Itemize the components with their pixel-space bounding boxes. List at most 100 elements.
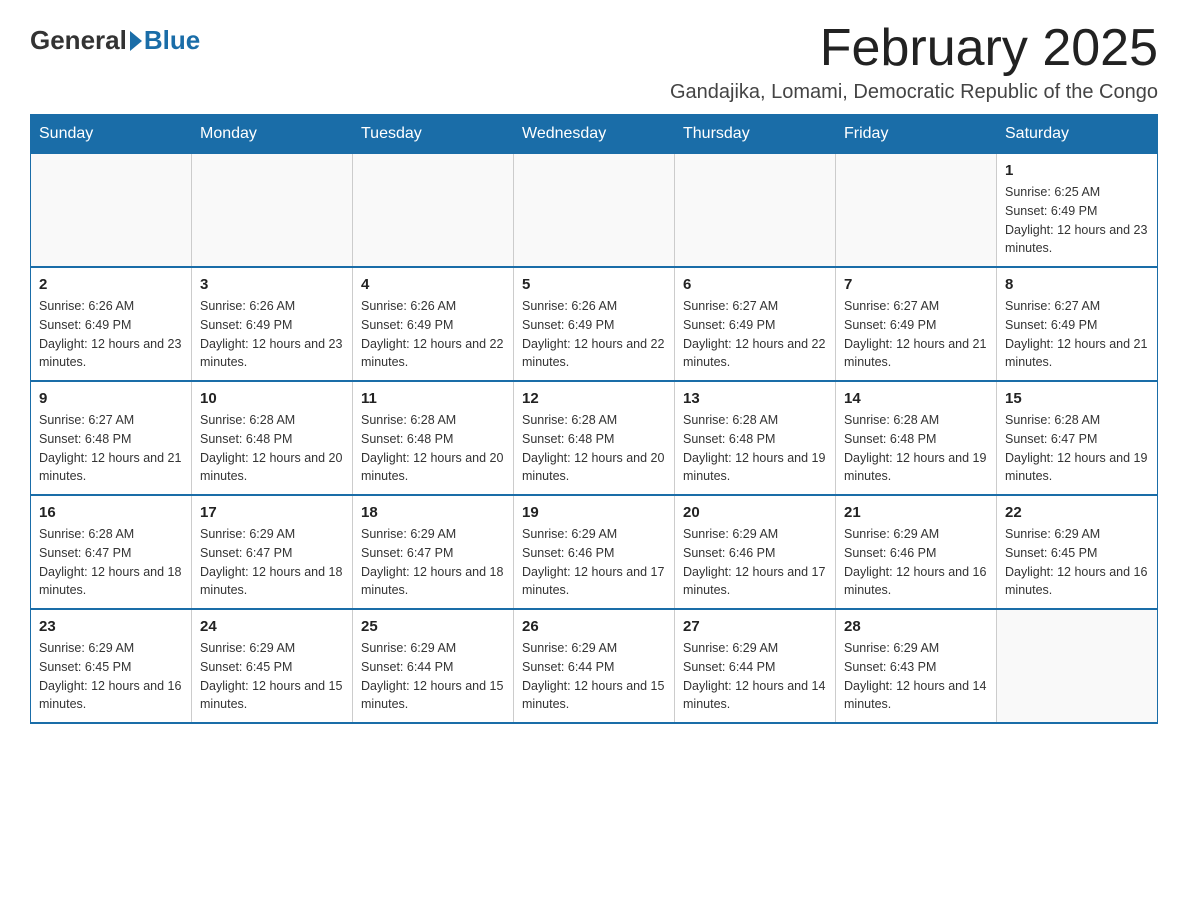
calendar-day-cell: 6 Sunrise: 6:27 AMSunset: 6:49 PMDaylight…	[675, 267, 836, 381]
day-info: Sunrise: 6:29 AMSunset: 6:44 PMDaylight:…	[522, 639, 666, 714]
calendar-week-row: 9 Sunrise: 6:27 AMSunset: 6:48 PMDaylight…	[31, 381, 1158, 495]
day-info: Sunrise: 6:28 AMSunset: 6:48 PMDaylight:…	[683, 411, 827, 486]
calendar-day-cell: 3 Sunrise: 6:26 AMSunset: 6:49 PMDaylight…	[192, 267, 353, 381]
calendar-table: SundayMondayTuesdayWednesdayThursdayFrid…	[30, 114, 1158, 724]
day-number: 17	[200, 504, 344, 521]
day-info: Sunrise: 6:26 AMSunset: 6:49 PMDaylight:…	[522, 297, 666, 372]
calendar-day-cell: 5 Sunrise: 6:26 AMSunset: 6:49 PMDaylight…	[514, 267, 675, 381]
day-info: Sunrise: 6:27 AMSunset: 6:48 PMDaylight:…	[39, 411, 183, 486]
calendar-day-cell: 19 Sunrise: 6:29 AMSunset: 6:46 PMDayligh…	[514, 495, 675, 609]
calendar-day-cell: 22 Sunrise: 6:29 AMSunset: 6:45 PMDayligh…	[997, 495, 1158, 609]
month-title: February 2025	[670, 20, 1158, 77]
day-number: 8	[1005, 276, 1149, 293]
day-info: Sunrise: 6:29 AMSunset: 6:46 PMDaylight:…	[522, 525, 666, 600]
calendar-week-row: 2 Sunrise: 6:26 AMSunset: 6:49 PMDaylight…	[31, 267, 1158, 381]
calendar-day-cell: 27 Sunrise: 6:29 AMSunset: 6:44 PMDayligh…	[675, 609, 836, 723]
day-info: Sunrise: 6:29 AMSunset: 6:45 PMDaylight:…	[200, 639, 344, 714]
calendar-week-row: 1Sunrise: 6:25 AMSunset: 6:49 PMDaylight…	[31, 154, 1158, 268]
calendar-day-cell: 17 Sunrise: 6:29 AMSunset: 6:47 PMDayligh…	[192, 495, 353, 609]
day-number: 23	[39, 618, 183, 635]
day-number: 28	[844, 618, 988, 635]
day-info: Sunrise: 6:29 AMSunset: 6:45 PMDaylight:…	[1005, 525, 1149, 600]
day-number: 12	[522, 390, 666, 407]
day-number: 24	[200, 618, 344, 635]
calendar-day-cell	[192, 154, 353, 268]
calendar-day-cell: 21 Sunrise: 6:29 AMSunset: 6:46 PMDayligh…	[836, 495, 997, 609]
day-info: Sunrise: 6:29 AMSunset: 6:47 PMDaylight:…	[361, 525, 505, 600]
calendar-day-cell: 2 Sunrise: 6:26 AMSunset: 6:49 PMDaylight…	[31, 267, 192, 381]
day-number: 19	[522, 504, 666, 521]
day-number: 3	[200, 276, 344, 293]
day-number: 25	[361, 618, 505, 635]
day-number: 20	[683, 504, 827, 521]
day-info: Sunrise: 6:29 AMSunset: 6:45 PMDaylight:…	[39, 639, 183, 714]
day-number: 13	[683, 390, 827, 407]
calendar-day-cell: 13 Sunrise: 6:28 AMSunset: 6:48 PMDayligh…	[675, 381, 836, 495]
day-number: 2	[39, 276, 183, 293]
day-number: 9	[39, 390, 183, 407]
day-number: 15	[1005, 390, 1149, 407]
calendar-day-cell	[353, 154, 514, 268]
day-number: 16	[39, 504, 183, 521]
calendar-week-row: 16 Sunrise: 6:28 AMSunset: 6:47 PMDayligh…	[31, 495, 1158, 609]
day-number: 27	[683, 618, 827, 635]
day-info: Sunrise: 6:27 AMSunset: 6:49 PMDaylight:…	[683, 297, 827, 372]
day-number: 18	[361, 504, 505, 521]
title-section: February 2025 Gandajika, Lomami, Democra…	[670, 20, 1158, 104]
day-info: Sunrise: 6:28 AMSunset: 6:48 PMDaylight:…	[200, 411, 344, 486]
logo-general-text: General	[30, 25, 127, 56]
day-header-tuesday: Tuesday	[353, 115, 514, 154]
day-number: 6	[683, 276, 827, 293]
day-info: Sunrise: 6:28 AMSunset: 6:48 PMDaylight:…	[522, 411, 666, 486]
day-info: Sunrise: 6:29 AMSunset: 6:44 PMDaylight:…	[683, 639, 827, 714]
calendar-day-cell: 11Sunrise: 6:28 AMSunset: 6:48 PMDayligh…	[353, 381, 514, 495]
calendar-day-cell: 24 Sunrise: 6:29 AMSunset: 6:45 PMDayligh…	[192, 609, 353, 723]
day-info: Sunrise: 6:29 AMSunset: 6:46 PMDaylight:…	[683, 525, 827, 600]
day-header-saturday: Saturday	[997, 115, 1158, 154]
day-number: 5	[522, 276, 666, 293]
calendar-header-row: SundayMondayTuesdayWednesdayThursdayFrid…	[31, 115, 1158, 154]
day-number: 21	[844, 504, 988, 521]
calendar-day-cell: 20 Sunrise: 6:29 AMSunset: 6:46 PMDayligh…	[675, 495, 836, 609]
day-header-monday: Monday	[192, 115, 353, 154]
day-info: Sunrise: 6:29 AMSunset: 6:47 PMDaylight:…	[200, 525, 344, 600]
location-subtitle: Gandajika, Lomami, Democratic Republic o…	[670, 81, 1158, 104]
day-header-sunday: Sunday	[31, 115, 192, 154]
day-number: 11	[361, 390, 505, 407]
calendar-day-cell: 7Sunrise: 6:27 AMSunset: 6:49 PMDaylight…	[836, 267, 997, 381]
day-number: 22	[1005, 504, 1149, 521]
calendar-day-cell: 23 Sunrise: 6:29 AMSunset: 6:45 PMDayligh…	[31, 609, 192, 723]
calendar-day-cell	[514, 154, 675, 268]
day-info: Sunrise: 6:27 AMSunset: 6:49 PMDaylight:…	[1005, 297, 1149, 372]
logo-blue-text: Blue	[144, 25, 200, 56]
day-info: Sunrise: 6:28 AMSunset: 6:48 PMDaylight:…	[844, 411, 988, 486]
calendar-day-cell	[675, 154, 836, 268]
day-info: Sunrise: 6:29 AMSunset: 6:43 PMDaylight:…	[844, 639, 988, 714]
day-header-wednesday: Wednesday	[514, 115, 675, 154]
day-info: Sunrise: 6:29 AMSunset: 6:44 PMDaylight:…	[361, 639, 505, 714]
calendar-day-cell: 26Sunrise: 6:29 AMSunset: 6:44 PMDayligh…	[514, 609, 675, 723]
day-info: Sunrise: 6:26 AMSunset: 6:49 PMDaylight:…	[39, 297, 183, 372]
day-info: Sunrise: 6:26 AMSunset: 6:49 PMDaylight:…	[200, 297, 344, 372]
calendar-day-cell: 14 Sunrise: 6:28 AMSunset: 6:48 PMDayligh…	[836, 381, 997, 495]
day-info: Sunrise: 6:28 AMSunset: 6:47 PMDaylight:…	[39, 525, 183, 600]
calendar-day-cell: 16 Sunrise: 6:28 AMSunset: 6:47 PMDayligh…	[31, 495, 192, 609]
page-header: General Blue February 2025 Gandajika, Lo…	[30, 20, 1158, 104]
day-number: 7	[844, 276, 988, 293]
day-header-friday: Friday	[836, 115, 997, 154]
calendar-week-row: 23 Sunrise: 6:29 AMSunset: 6:45 PMDayligh…	[31, 609, 1158, 723]
calendar-day-cell	[997, 609, 1158, 723]
day-info: Sunrise: 6:29 AMSunset: 6:46 PMDaylight:…	[844, 525, 988, 600]
calendar-day-cell: 10 Sunrise: 6:28 AMSunset: 6:48 PMDayligh…	[192, 381, 353, 495]
day-number: 10	[200, 390, 344, 407]
calendar-day-cell: 9 Sunrise: 6:27 AMSunset: 6:48 PMDaylight…	[31, 381, 192, 495]
day-number: 1	[1005, 162, 1149, 179]
calendar-day-cell: 18 Sunrise: 6:29 AMSunset: 6:47 PMDayligh…	[353, 495, 514, 609]
calendar-day-cell: 15Sunrise: 6:28 AMSunset: 6:47 PMDayligh…	[997, 381, 1158, 495]
day-number: 14	[844, 390, 988, 407]
day-info: Sunrise: 6:26 AMSunset: 6:49 PMDaylight:…	[361, 297, 505, 372]
calendar-day-cell	[31, 154, 192, 268]
calendar-day-cell: 1Sunrise: 6:25 AMSunset: 6:49 PMDaylight…	[997, 154, 1158, 268]
logo: General Blue	[30, 20, 200, 56]
day-number: 4	[361, 276, 505, 293]
